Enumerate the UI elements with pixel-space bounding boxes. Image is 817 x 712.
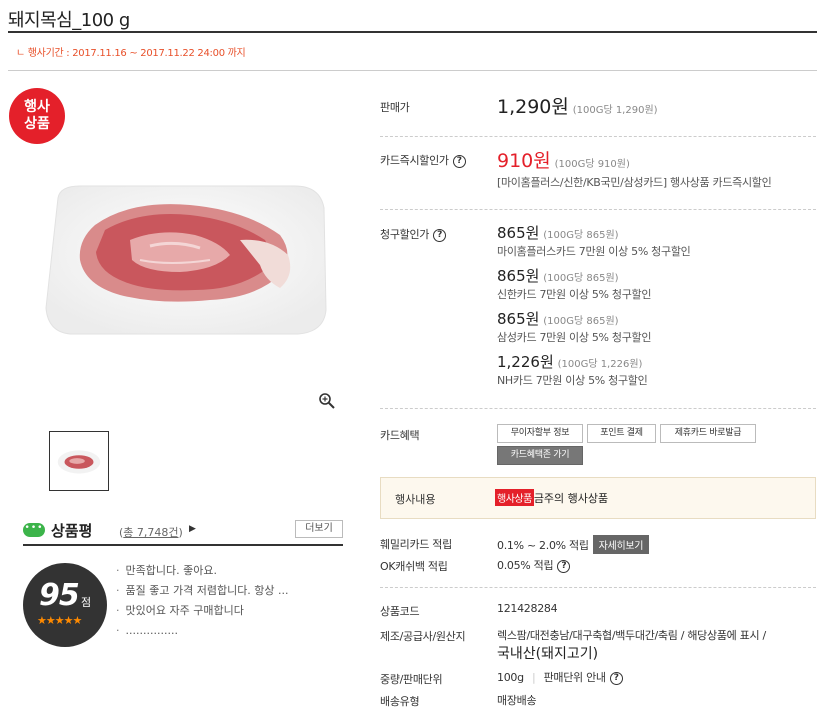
bill-discount-item: 865원 (100G당 865원) (497, 308, 619, 329)
weight-value: 100g (497, 671, 524, 684)
product-title: 돼지목심_100 g (8, 10, 130, 31)
review-item[interactable]: 만족합니다. 좋아요. (116, 563, 336, 583)
card-discount-value: 910원 (497, 150, 551, 172)
period-divider (8, 70, 817, 71)
review-title: 상품평 (51, 522, 93, 540)
card-discount-label: 카드즉시할인가 (380, 154, 449, 167)
bill-discount-label-row: 청구할인가? (380, 226, 447, 242)
price-unit: (100G당 1,290원) (572, 105, 658, 116)
star-rating-icon: ★★★★★ (37, 614, 82, 627)
delivery-label: 배송유형 (380, 695, 420, 708)
row-divider (380, 209, 816, 210)
badge-line1: 행사 (24, 99, 50, 115)
bill-discount-value: 1,226원 (497, 353, 554, 371)
help-icon[interactable]: ? (433, 228, 447, 242)
card-benefit-label: 카드혜택 (380, 429, 420, 442)
family-card-detail-button[interactable]: 자세히보기 (592, 535, 650, 554)
speech-bubble-icon: ••• (23, 523, 45, 537)
bill-discount-value: 865원 (497, 267, 540, 285)
card-discount-label-row: 카드즉시할인가? (380, 152, 466, 168)
review-item[interactable]: ............... (116, 623, 336, 643)
product-thumbnail[interactable] (49, 431, 109, 491)
card-benefit-zone-button[interactable]: 카드혜택존 가기 (497, 446, 583, 465)
event-tag: 행사상품 (495, 489, 534, 506)
score-number: 95 (39, 578, 80, 613)
event-label: 행사내용 (395, 493, 436, 506)
bill-discount-item: 865원 (100G당 865원) (497, 222, 619, 243)
bill-discount-value: 865원 (497, 224, 540, 242)
bill-discount-desc: 마이홈플러스카드 7만원 이상 5% 청구할인 (497, 245, 691, 258)
maker-label: 제조/공급사/원산지 (380, 630, 466, 643)
bill-discount-unit: (100G당 1,226원) (557, 359, 643, 370)
price-row: 1,290원 (100G당 1,290원) (497, 92, 658, 119)
ok-cashbag-row: 0.05% 적립? (497, 557, 571, 573)
bill-discount-desc: 신한카드 7만원 이상 5% 청구할인 (497, 288, 652, 301)
family-card-value: 0.1% ~ 2.0% 적립 (497, 539, 589, 552)
bill-discount-desc: NH카드 7만원 이상 5% 청구할인 (497, 374, 648, 387)
product-code-value: 121428284 (497, 602, 558, 615)
maker-value: 렉스팜/대전충남/대구축협/백두대간/축림 / 해당상품에 표시 / (497, 629, 766, 642)
price-label: 판매가 (380, 101, 410, 114)
review-count-suffix: ) (178, 526, 183, 539)
weight-label: 중량/판매단위 (380, 673, 443, 686)
help-icon[interactable]: ? (452, 154, 466, 168)
event-content: 행사상품 금주의 행사상품 (495, 489, 608, 506)
title-divider (8, 31, 817, 33)
row-divider (380, 136, 816, 137)
delivery-value: 매장배송 (497, 694, 537, 707)
bill-discount-value: 865원 (497, 310, 540, 328)
price-value: 1,290원 (497, 96, 569, 118)
weight-row: 100g | 판매단위 안내? (497, 669, 623, 685)
separator: | (531, 671, 536, 684)
help-icon[interactable]: ? (557, 559, 571, 573)
event-text: 금주의 행사상품 (533, 492, 609, 505)
card-discount-desc: [마이홈플러스/신한/KB국민/삼성카드] 행사상품 카드즉시할인 (497, 176, 772, 189)
triangle-right-icon[interactable]: ▶ (189, 524, 196, 534)
partner-card-button[interactable]: 제휴카드 바로발급 (660, 424, 756, 443)
zoom-icon[interactable] (318, 392, 336, 410)
family-card-row: 0.1% ~ 2.0% 적립 자세히보기 (497, 535, 650, 554)
bill-discount-unit: (100G당 865원) (543, 273, 619, 284)
bill-discount-label: 청구할인가 (380, 228, 430, 241)
event-badge: 행사 상품 (9, 88, 65, 144)
review-list: 만족합니다. 좋아요. 품질 좋고 가격 저렴합니다. 항상 ... 맛있어요 … (116, 563, 336, 643)
review-score: 95 점 ★★★★★ (23, 563, 107, 647)
row-divider (380, 587, 816, 588)
family-card-label: 훼밀리카드 적립 (380, 538, 452, 551)
badge-line2: 상품 (24, 116, 50, 132)
installment-info-button[interactable]: 무이자할부 정보 (497, 424, 583, 443)
review-item[interactable]: 맛있어요 자주 구매합니다 (116, 603, 336, 623)
help-icon[interactable]: ? (609, 671, 623, 685)
review-item[interactable]: 품질 좋고 가격 저렴합니다. 항상 ... (116, 583, 336, 603)
review-count[interactable]: (총 7,748건) (119, 524, 183, 540)
ok-cashbag-label: OK캐쉬백 적립 (380, 560, 448, 573)
bill-discount-unit: (100G당 865원) (543, 230, 619, 241)
card-discount-row: 910원 (100G당 910원) (497, 146, 630, 173)
point-payment-button[interactable]: 포인트 결제 (587, 424, 656, 443)
bill-discount-item: 1,226원 (100G당 1,226원) (497, 351, 642, 372)
bill-discount-desc: 삼성카드 7만원 이상 5% 청구할인 (497, 331, 652, 344)
event-box: 행사내용 행사상품 금주의 행사상품 (380, 477, 816, 519)
row-divider (380, 408, 816, 409)
review-count-value[interactable]: 총 7,748건 (123, 526, 178, 539)
card-discount-unit: (100G당 910원) (554, 159, 630, 170)
sale-unit-info[interactable]: 판매단위 안내 (544, 671, 606, 684)
origin-value: 국내산(돼지고기) (497, 646, 599, 662)
score-unit: 점 (81, 596, 92, 609)
more-reviews-button[interactable]: 더보기 (295, 520, 343, 538)
review-divider (23, 544, 343, 546)
bill-discount-unit: (100G당 865원) (543, 316, 619, 327)
product-image[interactable] (40, 180, 330, 340)
ok-cashbag-value: 0.05% 적립 (497, 559, 554, 572)
review-header: ••• 상품평 (총 7,748건) ▶ 더보기 (23, 519, 343, 545)
bill-discount-item: 865원 (100G당 865원) (497, 265, 619, 286)
product-code-label: 상품코드 (380, 605, 420, 618)
event-period: ㄴ 행사기간 : 2017.11.16 ~ 2017.11.22 24:00 까… (16, 48, 246, 59)
